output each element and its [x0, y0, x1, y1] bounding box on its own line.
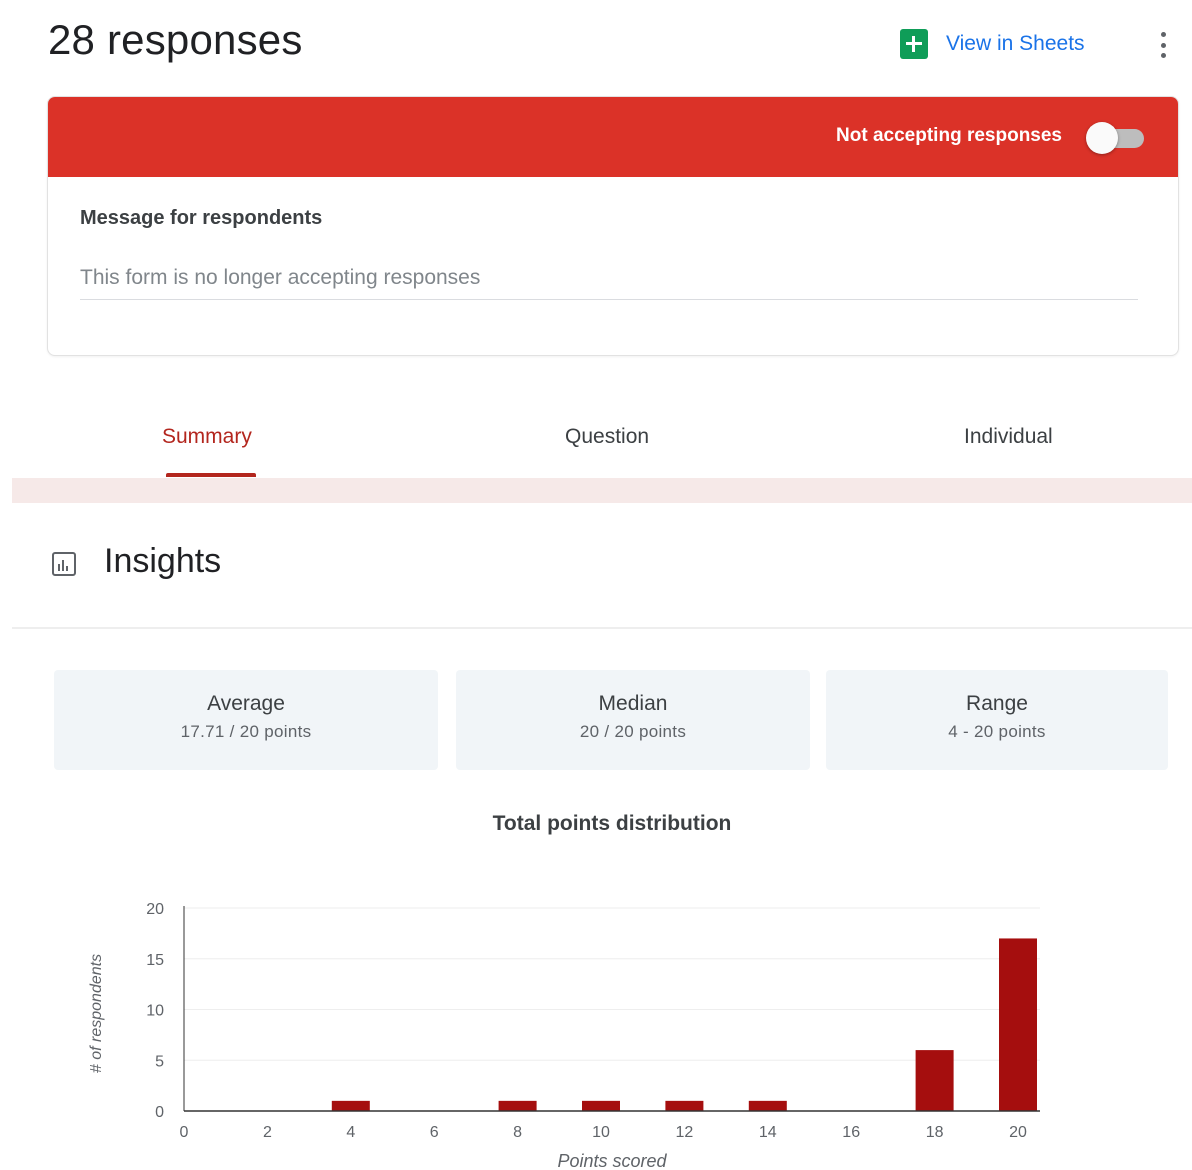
range-label: Range — [966, 692, 1028, 715]
tabs-shadow-band — [12, 478, 1192, 503]
responses-header: 28 responses View in Sheets — [0, 0, 1192, 92]
not-accepting-banner: Not accepting responses — [48, 97, 1178, 177]
x-tick-label: 8 — [513, 1124, 522, 1141]
google-sheets-icon — [900, 29, 928, 59]
response-status-card: Not accepting responses Message for resp… — [47, 96, 1179, 356]
average-value: 17.71 / 20 points — [180, 722, 312, 741]
x-tick-label: 14 — [759, 1124, 777, 1141]
median-label: Median — [598, 692, 668, 715]
x-tick-label: 10 — [592, 1124, 610, 1141]
x-tick-label: 0 — [180, 1124, 189, 1141]
y-tick-label: 20 — [146, 901, 164, 918]
bar — [999, 938, 1037, 1111]
view-in-sheets-link[interactable]: View in Sheets — [900, 28, 1085, 60]
x-axis-title: Points scored — [557, 1151, 667, 1170]
x-tick-label: 20 — [1009, 1124, 1027, 1141]
active-tab-indicator — [166, 473, 256, 477]
y-tick-label: 10 — [146, 1003, 164, 1020]
bar — [915, 1050, 954, 1111]
x-tick-label: 18 — [926, 1124, 944, 1141]
median-stat-card: Median 20 / 20 points — [456, 670, 810, 770]
range-value: 4 - 20 points — [948, 722, 1046, 741]
y-tick-label: 0 — [155, 1104, 164, 1121]
respondent-message-input[interactable] — [80, 257, 1138, 300]
tab-individual[interactable]: Individual — [964, 425, 1053, 449]
x-tick-label: 4 — [346, 1124, 355, 1141]
y-tick-label: 5 — [155, 1053, 164, 1070]
x-tick-label: 6 — [430, 1124, 439, 1141]
points-distribution-chart: 0 5 10 15 20 0 2 4 6 8 10 12 14 16 18 20 Points scored # … — [88, 901, 1040, 1170]
response-count-title: 28 responses — [48, 16, 303, 63]
bar — [748, 1100, 787, 1111]
y-tick-label: 15 — [146, 952, 164, 969]
y-axis-title: # of respondents — [88, 954, 105, 1073]
message-for-respondents-label: Message for respondents — [80, 207, 323, 229]
chart-title: Total points distribution — [492, 812, 732, 835]
insights-heading: Insights — [104, 542, 222, 580]
x-tick-label: 2 — [263, 1124, 272, 1141]
toggle-knob — [1086, 122, 1118, 154]
more-options-icon[interactable] — [1150, 28, 1176, 62]
range-stat-card: Range 4 - 20 points — [826, 670, 1168, 770]
bar — [665, 1100, 704, 1111]
accepting-status-label: Not accepting responses — [836, 125, 1062, 146]
average-stat-card: Average 17.71 / 20 points — [54, 670, 438, 770]
bar — [331, 1100, 370, 1111]
bar — [582, 1100, 620, 1111]
tab-summary[interactable]: Summary — [162, 425, 252, 449]
response-tabs: Summary Question Individual — [0, 405, 1192, 503]
view-in-sheets-label: View in Sheets — [946, 32, 1085, 55]
bar — [498, 1100, 537, 1111]
x-tick-label: 12 — [676, 1124, 694, 1141]
tab-question[interactable]: Question — [565, 425, 649, 449]
median-value: 20 / 20 points — [579, 722, 687, 741]
average-label: Average — [207, 692, 285, 715]
insights-chart-icon — [52, 552, 76, 576]
insights-divider — [12, 627, 1192, 629]
x-tick-label: 16 — [842, 1124, 860, 1141]
accepting-responses-toggle[interactable] — [1086, 122, 1148, 154]
